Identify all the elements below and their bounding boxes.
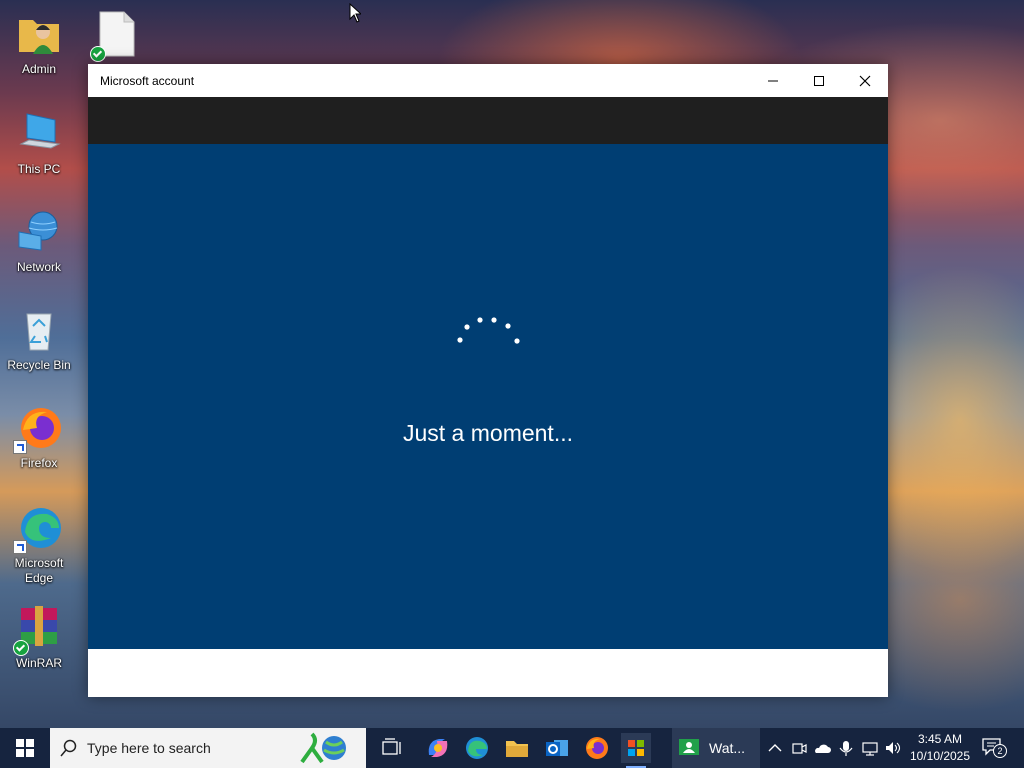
computer-icon — [15, 110, 63, 158]
shortcut-arrow-icon — [13, 540, 27, 554]
microsoft-account-window: Microsoft account Just a moment... — [88, 64, 888, 697]
desktop-icon-file[interactable] — [78, 10, 154, 62]
folder-icon — [506, 741, 528, 757]
close-icon — [859, 75, 871, 87]
maximize-button[interactable] — [796, 64, 842, 97]
shortcut-arrow-icon — [13, 440, 27, 454]
desktop-icon-label: Firefox — [20, 456, 58, 470]
window-title: Microsoft account — [100, 74, 195, 88]
copilot-icon — [428, 739, 448, 757]
loading-panel: Just a moment... — [88, 144, 888, 649]
desktop-icon-label: Network — [16, 260, 61, 274]
user-folder-icon — [15, 10, 63, 58]
taskbar-firefox[interactable] — [582, 733, 612, 763]
onedrive-cloud-icon[interactable] — [813, 740, 831, 756]
window-titlebar[interactable]: Microsoft account — [88, 64, 888, 97]
start-button[interactable] — [0, 728, 50, 768]
search-placeholder: Type here to search — [87, 740, 211, 756]
task-view-button[interactable] — [377, 733, 407, 763]
taskbar-active-app[interactable]: Wat... — [672, 728, 760, 768]
winrar-archive-icon — [13, 604, 63, 656]
chevron-up-icon[interactable] — [766, 740, 784, 756]
document-file-icon — [90, 10, 140, 62]
network-globe-icon — [15, 208, 63, 256]
maximize-icon — [814, 76, 824, 86]
desktop-icon-label: Admin — [21, 62, 56, 76]
close-button[interactable] — [842, 64, 888, 97]
outlook-icon — [546, 740, 568, 756]
desktop-icon-firefox[interactable]: Firefox — [1, 404, 77, 471]
notification-center-button[interactable]: 2 — [982, 738, 1007, 758]
firefox-icon — [13, 404, 63, 454]
taskbar-microsoft-store[interactable] — [621, 733, 651, 768]
desktop-icon-network[interactable]: Network — [1, 208, 77, 275]
windows-logo-icon — [16, 739, 34, 757]
task-view-icon — [382, 738, 401, 755]
desktop-icon-this-pc[interactable]: This PC — [1, 110, 77, 177]
window-footer — [88, 649, 888, 697]
network-icon[interactable] — [861, 740, 879, 756]
edge-icon — [13, 504, 63, 554]
taskbar-copilot[interactable] — [423, 733, 453, 763]
desktop-icon-admin[interactable]: Admin — [1, 10, 77, 77]
desktop-icon-winrar[interactable]: WinRAR — [1, 604, 77, 671]
mouse-cursor-icon — [349, 3, 361, 23]
taskbar-edge[interactable] — [462, 733, 492, 763]
app-window-icon — [679, 739, 699, 755]
recycle-bin-icon — [15, 306, 63, 354]
desktop-icon-label: This PC — [17, 162, 61, 176]
taskbar-clock[interactable]: 3:45 AM 10/10/2025 — [905, 731, 975, 765]
desktop-icon-label: WinRAR — [15, 656, 62, 670]
meet-now-icon[interactable] — [790, 740, 808, 756]
loading-spinner-icon — [457, 317, 520, 344]
loading-message: Just a moment... — [402, 420, 573, 446]
sync-ok-icon — [13, 640, 29, 656]
volume-icon[interactable] — [884, 740, 902, 756]
microphone-icon[interactable] — [837, 740, 855, 756]
window-header-bar — [88, 97, 888, 144]
microsoft-store-icon — [628, 740, 644, 756]
desktop-icon-edge[interactable]: Microsoft Edge — [1, 504, 77, 586]
active-app-label: Wat... — [709, 740, 746, 756]
taskbar: Type here to search Wat... 3:45 AM 10/10… — [0, 728, 1024, 768]
minimize-icon — [768, 80, 778, 82]
desktop-icon-label: Recycle Bin — [7, 358, 71, 372]
taskbar-outlook[interactable] — [542, 733, 572, 763]
firefox-icon — [586, 737, 608, 759]
desktop-icon-recycle-bin[interactable]: Recycle Bin — [1, 306, 77, 373]
edge-icon — [466, 737, 488, 759]
sync-ok-icon — [90, 46, 106, 62]
desktop-icon-label: Microsoft Edge — [14, 556, 64, 585]
search-highlight-ribbon-globe-icon — [300, 732, 346, 764]
clock-date: 10/10/2025 — [909, 749, 971, 763]
search-icon — [60, 739, 77, 757]
clock-time: 3:45 AM — [917, 732, 963, 746]
taskbar-search-box[interactable]: Type here to search — [50, 728, 366, 768]
notification-count-badge: 2 — [993, 744, 1007, 758]
taskbar-file-explorer[interactable] — [502, 733, 532, 763]
minimize-button[interactable] — [750, 64, 796, 97]
